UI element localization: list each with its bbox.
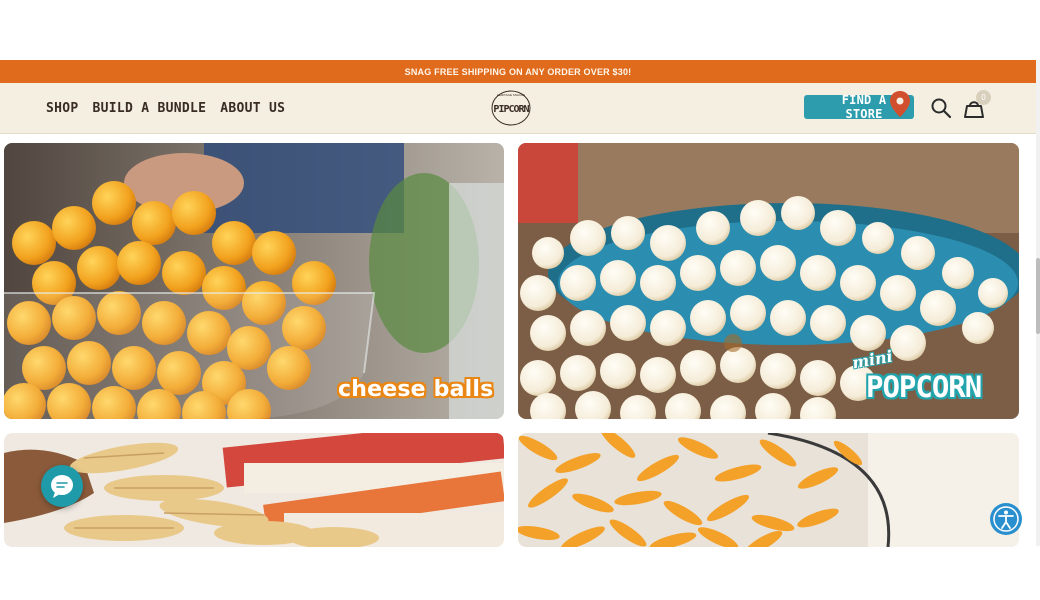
site-header: SHOP BUILD A BUNDLE ABOUT US HERITAGE SN… [0, 83, 1036, 134]
nav-about-us[interactable]: ABOUT US [220, 101, 285, 116]
product-tile-cheese-puffs[interactable] [518, 433, 1019, 547]
cheese-balls-label: cheese balls [338, 377, 494, 402]
promo-banner: SNAG FREE SHIPPING ON ANY ORDER OVER $30… [0, 60, 1036, 83]
main-nav: SHOP BUILD A BUNDLE ABOUT US [46, 83, 285, 133]
search-icon[interactable] [930, 97, 952, 119]
mini-popcorn-label-big: POPCORN [866, 370, 982, 404]
cart-count-badge: 0 [976, 90, 991, 105]
promo-text: SNAG FREE SHIPPING ON ANY ORDER OVER $30… [404, 66, 632, 77]
nav-build-a-bundle[interactable]: BUILD A BUNDLE [93, 101, 207, 116]
pipcorn-logo[interactable]: HERITAGE SNACKS PIPCORN [489, 88, 533, 128]
scrollbar-thumb[interactable] [1036, 258, 1040, 334]
chat-bubble-icon [51, 475, 73, 498]
logo-wordmark: PIPCORN [493, 104, 529, 115]
chat-widget-button[interactable] [41, 465, 83, 507]
bottom-whitespace [0, 547, 1040, 600]
map-pin-icon [890, 91, 910, 117]
top-whitespace [0, 0, 1040, 60]
accessibility-icon [993, 506, 1019, 532]
cheese-puffs-image [518, 433, 1019, 547]
accessibility-button[interactable] [990, 503, 1022, 535]
logo-ring-text: HERITAGE SNACKS [497, 93, 525, 97]
nav-shop[interactable]: SHOP [46, 101, 79, 116]
